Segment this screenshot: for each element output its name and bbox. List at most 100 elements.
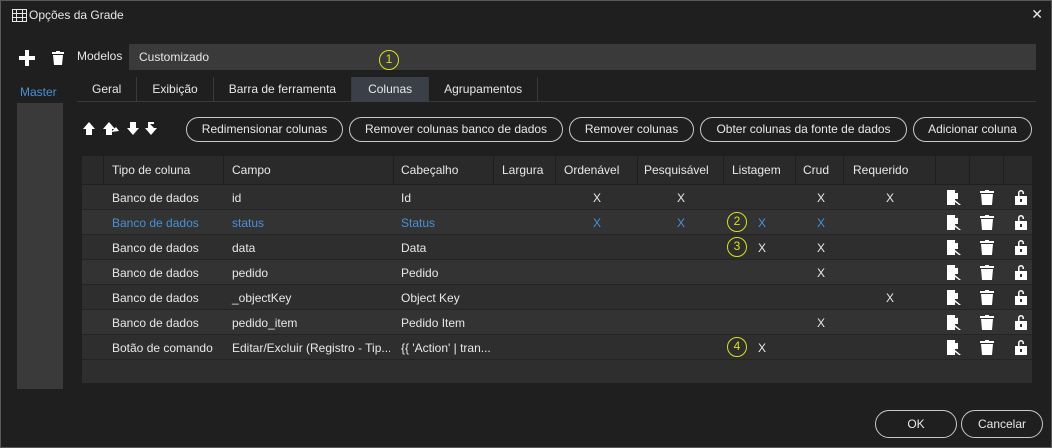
cell-crud: X bbox=[816, 191, 825, 205]
sidebar-item-master[interactable]: Master bbox=[17, 81, 63, 103]
cell-tipo: Banco de dados bbox=[112, 291, 199, 305]
move-up-icon[interactable] bbox=[83, 122, 95, 135]
trash-icon[interactable] bbox=[980, 215, 994, 233]
header-largura[interactable]: Largura bbox=[494, 156, 556, 184]
header-tipo[interactable]: Tipo de coluna bbox=[104, 156, 224, 184]
cell-listagem bbox=[724, 310, 800, 334]
edit-icon[interactable] bbox=[947, 340, 961, 358]
cell-crud: X bbox=[816, 241, 825, 255]
header-campo[interactable]: Campo bbox=[224, 156, 394, 184]
table-row[interactable]: Banco de dados pedido Pedido X bbox=[82, 260, 1032, 285]
trash-icon[interactable] bbox=[980, 340, 994, 358]
lock-icon[interactable] bbox=[1015, 289, 1027, 308]
grid-icon bbox=[12, 9, 27, 22]
cell-campo: Editar/Excluir (Registro - Tip... bbox=[232, 341, 390, 355]
edit-icon[interactable] bbox=[947, 240, 961, 258]
cell-pesquisavel: X bbox=[676, 216, 685, 230]
cell-largura bbox=[494, 310, 556, 334]
header-requerido[interactable]: Requerido bbox=[844, 156, 936, 184]
cell-tipo: Banco de dados bbox=[112, 216, 199, 230]
trash-icon[interactable] bbox=[980, 315, 994, 333]
cell-largura bbox=[494, 210, 556, 234]
callout-badge-3: 3 bbox=[727, 237, 747, 257]
header-cabecalho[interactable]: Cabeçalho bbox=[394, 156, 494, 184]
cell-cabecalho: Data bbox=[401, 241, 427, 255]
edit-icon[interactable] bbox=[947, 215, 961, 233]
table-row[interactable]: Banco de dados id Id X X X X bbox=[82, 185, 1032, 210]
lock-icon[interactable] bbox=[1015, 189, 1027, 208]
tab-exibicao[interactable]: Exibição bbox=[137, 77, 214, 102]
header-crud[interactable]: Crud bbox=[796, 156, 844, 184]
ok-button[interactable]: OK bbox=[875, 410, 957, 438]
trash-icon[interactable] bbox=[980, 265, 994, 283]
trash-icon[interactable] bbox=[980, 240, 994, 258]
trash-icon[interactable] bbox=[980, 290, 994, 308]
delete-model-button[interactable] bbox=[52, 51, 64, 68]
cell-ordenavel bbox=[556, 335, 638, 359]
resize-columns-button[interactable]: Redimensionar colunas bbox=[186, 117, 343, 142]
modelos-select[interactable]: Customizado bbox=[129, 44, 1036, 70]
table-row[interactable]: Banco de dados status Status X X X X bbox=[82, 210, 1032, 235]
table-row[interactable]: Banco de dados _objectKey Object Key X bbox=[82, 285, 1032, 310]
tab-barra-de-ferramenta[interactable]: Barra de ferramenta bbox=[214, 77, 353, 102]
add-model-button[interactable] bbox=[18, 49, 36, 67]
header-ordenavel[interactable]: Ordenável bbox=[556, 156, 638, 184]
table-row[interactable]: Banco de dados pedido_item Pedido Item X bbox=[82, 310, 1032, 335]
lock-icon[interactable] bbox=[1015, 314, 1027, 333]
tab-bar: Geral Exibição Barra de ferramenta Colun… bbox=[77, 77, 1036, 102]
remove-db-columns-button[interactable]: Remover colunas banco de dados bbox=[349, 117, 563, 142]
remove-columns-button[interactable]: Remover colunas bbox=[569, 117, 694, 142]
lock-icon[interactable] bbox=[1015, 214, 1027, 233]
cell-tipo: Banco de dados bbox=[112, 266, 199, 280]
cell-pesquisavel bbox=[638, 285, 724, 309]
grid-options-dialog: Opções da Grade ✕ Master Modelos Customi… bbox=[0, 0, 1052, 448]
close-icon[interactable]: ✕ bbox=[1031, 6, 1043, 23]
lock-icon[interactable] bbox=[1015, 239, 1027, 258]
cancel-button[interactable]: Cancelar bbox=[961, 410, 1043, 438]
fetch-columns-button[interactable]: Obter colunas da fonte de dados bbox=[700, 117, 907, 142]
cell-campo: id bbox=[232, 191, 242, 205]
cell-largura bbox=[494, 260, 556, 284]
trash-icon bbox=[52, 51, 64, 65]
cell-pesquisavel bbox=[638, 335, 724, 359]
lock-icon[interactable] bbox=[1015, 339, 1027, 358]
header-edit-col bbox=[936, 156, 970, 184]
table-row[interactable]: Banco de dados data Data X X bbox=[82, 235, 1032, 260]
cell-crud bbox=[796, 285, 846, 309]
cell-largura bbox=[494, 335, 556, 359]
cell-requerido: X bbox=[885, 291, 894, 305]
move-down-icon[interactable] bbox=[127, 122, 139, 135]
tab-colunas[interactable]: Colunas bbox=[352, 77, 430, 102]
callout-badge-1: 1 bbox=[379, 50, 399, 70]
sidebar: Master bbox=[17, 81, 63, 389]
tab-geral[interactable]: Geral bbox=[77, 77, 138, 102]
edit-icon[interactable] bbox=[947, 190, 961, 208]
cell-crud: X bbox=[816, 216, 825, 230]
cell-cabecalho: Pedido bbox=[401, 266, 439, 280]
header-pesquisavel[interactable]: Pesquisável bbox=[638, 156, 724, 184]
cell-listagem bbox=[724, 285, 800, 309]
cell-listagem bbox=[724, 260, 800, 284]
lock-icon[interactable] bbox=[1015, 264, 1027, 283]
edit-icon[interactable] bbox=[947, 315, 961, 333]
callout-badge-4: 4 bbox=[727, 337, 747, 357]
cell-ordenavel: X bbox=[592, 216, 601, 230]
cell-cabecalho: Status bbox=[401, 216, 436, 230]
add-column-button[interactable]: Adicionar coluna bbox=[913, 117, 1032, 142]
move-top-icon[interactable] bbox=[103, 122, 119, 135]
columns-grid: Tipo de coluna Campo Cabeçalho Largura O… bbox=[82, 156, 1032, 383]
cell-tipo: Banco de dados bbox=[112, 316, 199, 330]
modelos-label: Modelos bbox=[77, 49, 123, 63]
trash-icon[interactable] bbox=[980, 190, 994, 208]
header-listagem[interactable]: Listagem bbox=[724, 156, 796, 184]
grid-header-spacer bbox=[82, 156, 104, 184]
edit-icon[interactable] bbox=[947, 290, 961, 308]
move-bottom-icon[interactable] bbox=[145, 122, 158, 135]
cell-requerido: X bbox=[885, 191, 894, 205]
cell-ordenavel bbox=[556, 260, 638, 284]
cell-cabecalho: Object Key bbox=[401, 291, 460, 305]
table-row[interactable]: Botão de comando Editar/Excluir (Registro… bbox=[82, 335, 1032, 360]
edit-icon[interactable] bbox=[947, 265, 961, 283]
cell-requerido bbox=[844, 310, 936, 334]
tab-agrupamentos[interactable]: Agrupamentos bbox=[429, 77, 539, 102]
